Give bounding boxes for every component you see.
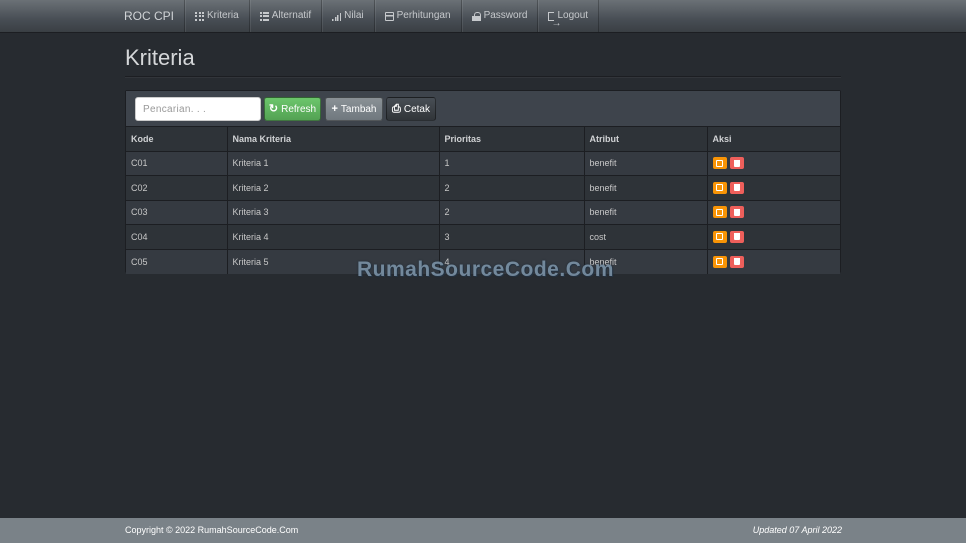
trash-icon [733,258,740,265]
edit-button[interactable] [712,206,727,219]
edit-icon [716,208,723,216]
logout-icon [548,8,561,40]
cell-nama: Kriteria 3 [226,199,439,225]
cell-aksi [706,224,840,249]
top-navbar: ROC CPI Kriteria Alternatif Nilai Perhit… [0,0,966,40]
delete-button[interactable] [729,255,744,268]
delete-button[interactable] [729,230,744,243]
delete-button[interactable] [729,206,744,219]
trash-icon [733,184,740,192]
refresh-button[interactable]: ↻ Refresh [264,97,321,121]
column-header-nama[interactable]: Nama Kriteria [226,127,439,152]
list-icon [259,11,269,21]
page-title: Kriteria [125,45,195,70]
delete-button[interactable] [729,181,744,194]
cell-prioritas: 2 [438,199,584,225]
copyright-text: Copyright © 2022 RumahSourceCode.Com [125,525,299,535]
kriteria-table: Kode Nama Kriteria Prioritas Atribut Aks… [126,127,840,274]
cell-aksi [706,248,840,274]
trash-icon [733,208,740,216]
edit-button[interactable] [712,255,727,268]
lock-icon [471,11,481,21]
updated-date: Updated 07 April 2022 [752,525,842,535]
edit-icon [716,258,723,265]
cell-aksi [706,175,840,200]
plus-icon: + [331,102,338,115]
panel-toolbar: ↻ Refresh + Tambah ⎙ Cetak [126,91,840,127]
table-row: C04 Kriteria 4 3 cost [126,224,840,249]
table-row: C03 Kriteria 3 2 benefit [126,199,840,225]
cell-aksi [706,199,840,225]
trash-icon [733,159,740,167]
column-header-atribut[interactable]: Atribut [583,127,707,152]
brand-link[interactable]: ROC CPI [114,0,184,32]
cell-prioritas: 1 [438,150,584,176]
signal-icon [332,11,342,21]
cell-nama: Kriteria 1 [226,150,439,176]
nav-item-nilai[interactable]: Nilai [321,0,373,32]
kriteria-panel: ↻ Refresh + Tambah ⎙ Cetak Kode Nama Kri… [125,90,841,274]
cell-kode: C03 [126,199,227,225]
edit-icon [716,184,723,192]
cell-kode: C05 [126,248,227,274]
cell-atribut: benefit [583,175,707,200]
nav-item-password[interactable]: Password [460,0,538,32]
nav-item-label: Kriteria [207,10,239,21]
edit-button[interactable] [712,157,727,170]
nav-item-kriteria[interactable]: Kriteria [184,0,249,32]
cell-kode: C02 [126,175,227,200]
table-row: C01 Kriteria 1 1 benefit [126,150,840,176]
nav-menu: ROC CPI Kriteria Alternatif Nilai Perhit… [114,0,600,40]
cell-atribut: cost [583,224,707,249]
cell-nama: Kriteria 4 [226,224,439,249]
refresh-label: Refresh [281,103,317,115]
table-header-row: Kode Nama Kriteria Prioritas Atribut Aks… [126,127,840,152]
print-icon: ⎙ [392,102,401,115]
nav-item-logout[interactable]: Logout [537,0,600,40]
nav-item-label: Logout [557,10,589,21]
title-divider [125,76,841,77]
cell-kode: C04 [126,224,227,249]
trash-icon [733,233,740,241]
cell-prioritas: 2 [438,175,584,200]
add-label: Tambah [340,103,377,115]
nav-item-label: Perhitungan [396,10,451,21]
nav-item-label: Alternatif [271,10,312,21]
search-input[interactable] [135,97,261,121]
page-footer: Copyright © 2022 RumahSourceCode.Com Upd… [0,518,966,543]
cell-nama: Kriteria 2 [226,175,439,200]
nav-item-perhitungan[interactable]: Perhitungan [373,0,461,32]
add-button[interactable]: + Tambah [325,97,383,121]
edit-button[interactable] [712,230,727,243]
cell-atribut: benefit [583,199,707,225]
calculator-icon [384,11,394,21]
nav-item-alternatif[interactable]: Alternatif [248,0,321,32]
refresh-icon: ↻ [268,102,279,115]
nav-item-label: Nilai [344,10,364,21]
edit-icon [716,159,723,167]
column-header-prioritas[interactable]: Prioritas [438,127,584,152]
cell-kode: C01 [126,150,227,176]
column-header-kode[interactable]: Kode [126,127,227,152]
table-row: C02 Kriteria 2 2 benefit [126,175,840,200]
print-button[interactable]: ⎙ Cetak [386,97,436,121]
edit-icon [716,233,723,241]
nav-item-label: Password [483,10,528,21]
edit-button[interactable] [712,181,727,194]
grid-icon [195,11,205,21]
cell-atribut: benefit [583,150,707,176]
print-label: Cetak [403,103,430,115]
watermark: RumahSourceCode.Com [357,258,614,281]
cell-prioritas: 3 [438,224,584,249]
delete-button[interactable] [729,157,744,170]
column-header-aksi: Aksi [706,127,840,152]
cell-aksi [706,150,840,176]
